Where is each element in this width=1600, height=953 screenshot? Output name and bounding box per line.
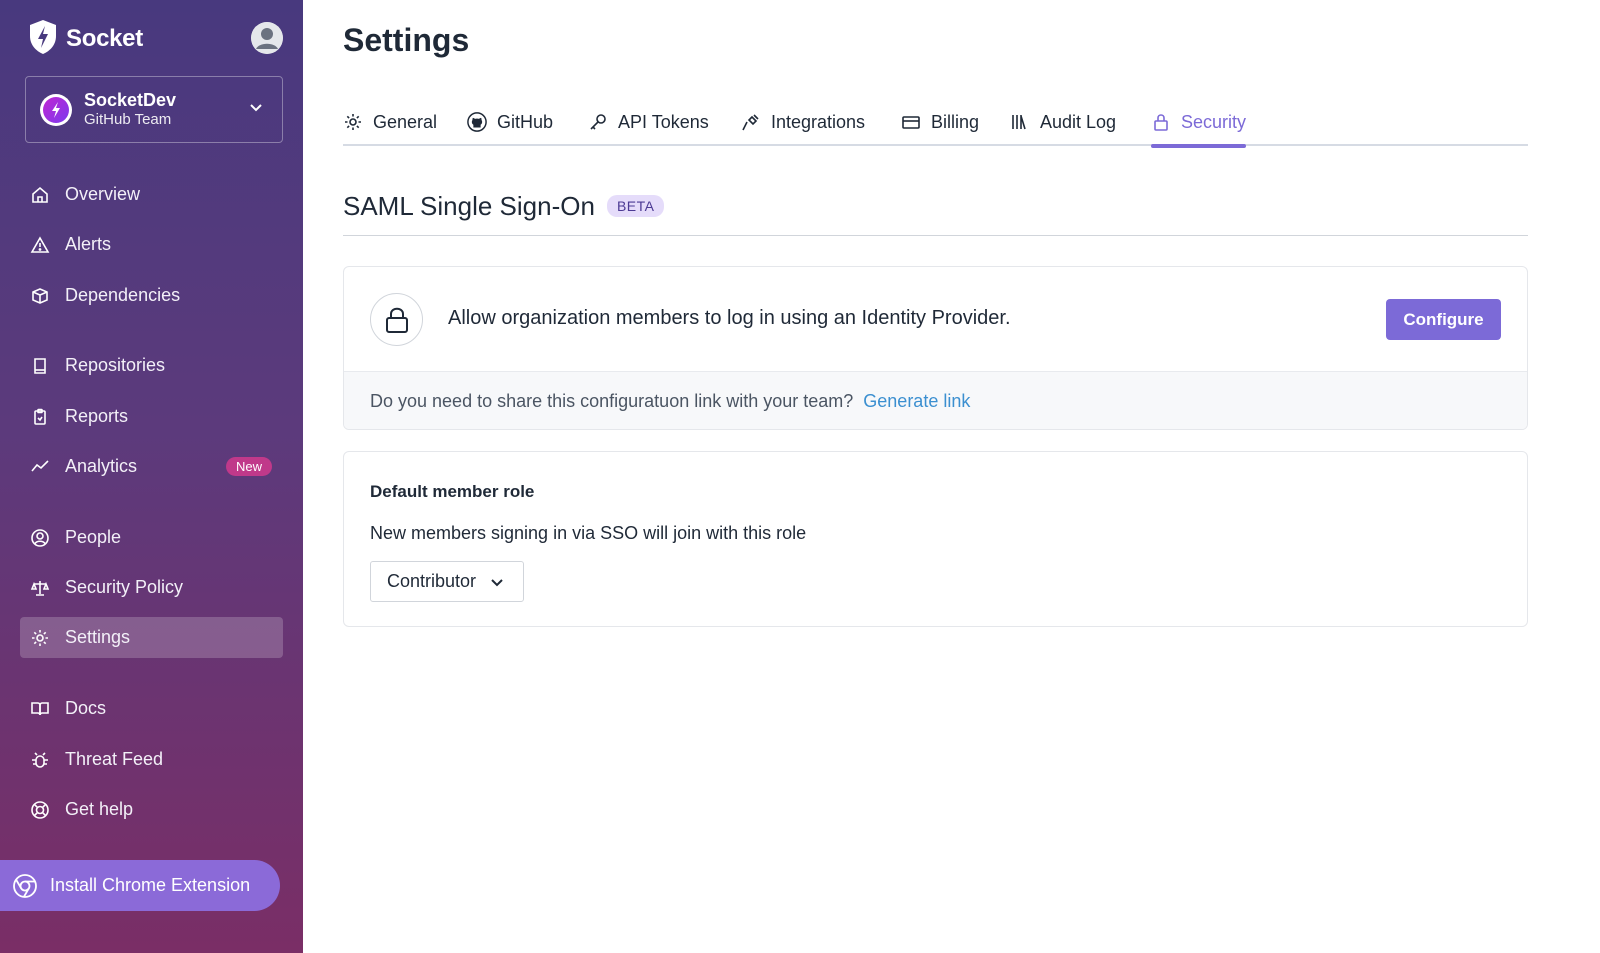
saml-section-title: SAML Single Sign-On BETA <box>343 188 665 224</box>
trend-icon <box>30 457 50 477</box>
scale-icon <box>30 578 50 598</box>
sidebar-item-label: Get help <box>65 799 134 819</box>
plug-icon <box>741 112 761 132</box>
sidebar-item-reports[interactable]: Reports <box>20 396 283 437</box>
tab-api-tokens[interactable]: API Tokens <box>588 98 709 146</box>
sidebar-item-label: Alerts <box>65 234 112 254</box>
sidebar-item-threat-feed[interactable]: Threat Feed <box>20 739 283 780</box>
sidebar-item-label: Repositories <box>65 355 166 375</box>
saml-description: Allow organization members to log in usi… <box>448 307 1011 329</box>
sidebar-item-overview[interactable]: Overview <box>20 174 283 215</box>
sidebar-item-label: Security Policy <box>65 577 184 597</box>
clipboard-icon <box>30 407 50 427</box>
brand[interactable]: Socket <box>28 19 143 60</box>
sidebar-item-dependencies[interactable]: Dependencies <box>20 275 283 316</box>
tab-integrations[interactable]: Integrations <box>741 98 865 146</box>
sidebar-item-label: Reports <box>65 406 129 426</box>
tab-billing[interactable]: Billing <box>901 98 979 146</box>
sidebar-item-label: Overview <box>65 184 141 204</box>
saml-card-main: Allow organization members to log in usi… <box>344 267 1527 372</box>
user-avatar[interactable] <box>251 22 283 54</box>
book-icon <box>30 356 50 376</box>
gear-icon <box>343 112 363 132</box>
user-circle-icon <box>30 528 50 548</box>
socket-logo-icon <box>28 19 58 60</box>
chevron-down-icon <box>489 574 505 595</box>
settings-tabs: General GitHub API Tokens Integrations B… <box>343 98 1528 148</box>
org-name: SocketDev <box>84 90 177 110</box>
lock-icon <box>370 293 423 346</box>
beta-badge: BETA <box>606 195 665 217</box>
warning-icon <box>30 235 50 255</box>
chevron-down-icon <box>248 99 264 120</box>
bug-icon <box>30 750 50 770</box>
chrome-icon <box>12 873 38 899</box>
tab-security[interactable]: Security <box>1151 98 1247 148</box>
share-question: Do you need to share this configuratuon … <box>370 391 854 411</box>
sidebar-item-docs[interactable]: Docs <box>20 688 283 729</box>
configure-button[interactable]: Configure <box>1386 299 1501 340</box>
library-icon <box>1010 112 1030 132</box>
install-chrome-extension-label: Install Chrome Extension <box>50 875 251 895</box>
tab-label: Security <box>1181 111 1247 132</box>
tab-audit-log[interactable]: Audit Log <box>1010 98 1116 146</box>
sidebar-item-get-help[interactable]: Get help <box>20 789 283 830</box>
org-subtitle: GitHub Team <box>84 111 172 128</box>
tab-general[interactable]: General <box>343 98 437 146</box>
github-icon <box>467 112 487 132</box>
role-select[interactable]: Contributor <box>370 561 524 602</box>
credit-card-icon <box>901 112 921 132</box>
default-role-title: Default member role <box>370 482 535 501</box>
sidebar-item-settings[interactable]: Settings <box>20 617 283 658</box>
saml-title: SAML Single Sign-On <box>343 190 595 221</box>
sidebar-item-label: Threat Feed <box>65 749 164 769</box>
org-switcher[interactable]: SocketDev GitHub Team <box>25 76 283 143</box>
sidebar: Socket SocketDev GitHub Team Overview Al… <box>0 0 303 953</box>
sidebar-item-analytics[interactable]: Analytics New <box>20 446 283 487</box>
generate-link[interactable]: Generate link <box>863 391 970 412</box>
sidebar-item-label: Docs <box>65 698 107 718</box>
install-chrome-extension-button[interactable]: Install Chrome Extension <box>0 860 280 911</box>
sidebar-item-label: Analytics <box>65 456 138 476</box>
open-book-icon <box>30 699 50 719</box>
home-icon <box>30 185 50 205</box>
role-select-value: Contributor <box>387 571 477 591</box>
lock-icon <box>1151 112 1171 132</box>
package-icon <box>30 286 50 306</box>
key-icon <box>588 112 608 132</box>
sidebar-item-label: Settings <box>65 627 131 647</box>
org-logo <box>40 93 72 126</box>
saml-share-row: Do you need to share this configuratuon … <box>344 372 1527 429</box>
sidebar-item-label: Dependencies <box>65 285 181 305</box>
tab-label: Billing <box>931 111 980 132</box>
sidebar-item-label: People <box>65 527 122 547</box>
lifebuoy-icon <box>30 800 50 820</box>
sidebar-item-alerts[interactable]: Alerts <box>20 224 283 265</box>
default-role-card: Default member role New members signing … <box>343 451 1528 627</box>
new-badge: New <box>225 457 272 476</box>
sidebar-item-repositories[interactable]: Repositories <box>20 345 283 386</box>
gear-icon <box>30 628 50 648</box>
tab-label: GitHub <box>497 111 554 132</box>
sidebar-item-security-policy[interactable]: Security Policy <box>20 567 283 608</box>
tab-github[interactable]: GitHub <box>467 98 553 146</box>
tab-label: General <box>373 111 438 132</box>
tab-label: API Tokens <box>618 111 709 132</box>
tab-label: Integrations <box>771 111 866 132</box>
saml-card: Allow organization members to log in usi… <box>343 266 1528 430</box>
sidebar-item-people[interactable]: People <box>20 517 283 558</box>
section-divider <box>343 235 1528 236</box>
tab-label: Audit Log <box>1040 111 1117 132</box>
default-role-description: New members signing in via SSO will join… <box>370 523 807 543</box>
brand-name: Socket <box>66 25 143 52</box>
page-title: Settings <box>343 22 470 58</box>
